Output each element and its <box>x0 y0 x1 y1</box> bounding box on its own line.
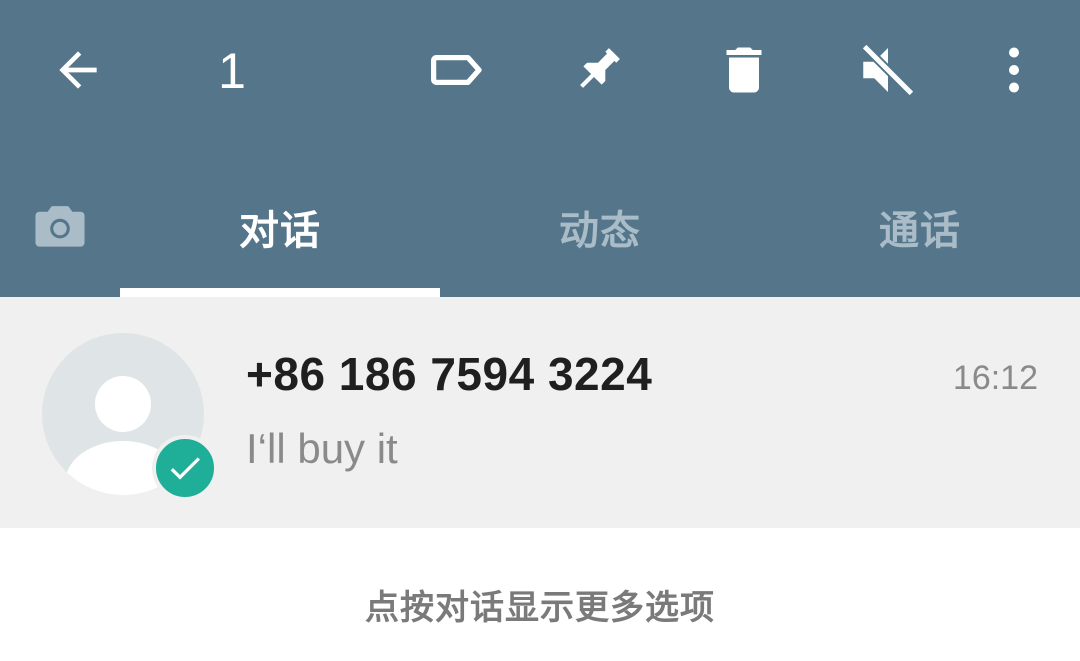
active-tab-indicator <box>120 288 440 297</box>
tab-status-label: 动态 <box>559 208 641 254</box>
pin-icon <box>580 48 620 88</box>
tab-calls-label: 通话 <box>879 208 961 254</box>
more-options-icon <box>1009 47 1019 93</box>
mute-button[interactable] <box>846 28 930 112</box>
last-message-preview: I‘ll buy it <box>246 425 398 472</box>
app-bar: 1 对话 动态 通话 <box>0 0 1080 297</box>
label-icon <box>431 55 482 85</box>
tab-calls[interactable]: 通话 <box>760 180 1080 297</box>
back-arrow-icon <box>59 51 97 89</box>
delete-button[interactable] <box>702 28 786 112</box>
tab-status[interactable]: 动态 <box>440 180 760 297</box>
back-button[interactable] <box>36 28 120 112</box>
check-icon <box>170 457 200 480</box>
selected-check-badge <box>152 435 218 501</box>
label-button[interactable] <box>415 28 499 112</box>
delete-icon <box>726 47 762 93</box>
tab-chats-label: 对话 <box>239 208 321 254</box>
selected-count: 1 <box>218 43 246 99</box>
tab-chats[interactable]: 对话 <box>120 180 440 297</box>
chat-list-item[interactable]: +86 186 7594 3224 I‘ll buy it 16:12 <box>0 297 1080 528</box>
pin-button[interactable] <box>556 28 640 112</box>
contact-name: +86 186 7594 3224 <box>246 348 653 400</box>
hint-text: 点按对话显示更多选项 <box>365 588 715 628</box>
message-time: 16:12 <box>952 359 1038 397</box>
camera-icon <box>35 206 85 247</box>
more-options-button[interactable] <box>972 28 1056 112</box>
camera-tab[interactable] <box>20 186 100 266</box>
mute-icon <box>861 43 915 97</box>
